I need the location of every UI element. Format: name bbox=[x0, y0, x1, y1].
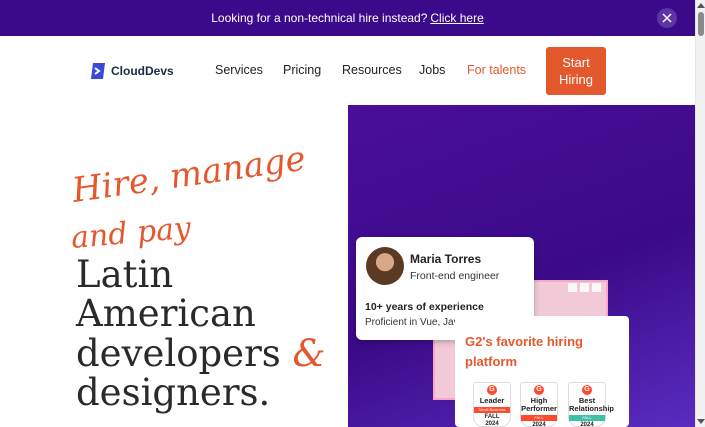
nav-jobs[interactable]: Jobs bbox=[419, 63, 445, 77]
clouddevs-logo-icon bbox=[91, 63, 105, 79]
nav-resources[interactable]: Resources bbox=[342, 63, 402, 77]
avatar bbox=[366, 247, 404, 285]
close-icon[interactable] bbox=[657, 8, 677, 28]
g2-logo-icon: G bbox=[582, 385, 592, 395]
hero-line-3: developers & bbox=[76, 334, 325, 374]
profile-name: Maria Torres bbox=[410, 252, 482, 266]
main-nav: CloudDevs Services Pricing Resources Job… bbox=[0, 36, 695, 106]
hero-line-4: designers. bbox=[76, 371, 271, 414]
scroll-up-icon[interactable] bbox=[697, 3, 705, 8]
photo-control-icon bbox=[568, 283, 577, 292]
badge-year: 2024 bbox=[532, 422, 546, 427]
profile-role: Front-end engineer bbox=[410, 270, 500, 282]
hero-ampersand: & bbox=[292, 332, 326, 375]
g2-logo-icon: G bbox=[534, 385, 544, 395]
badge-title: Best Relationship bbox=[569, 396, 615, 413]
hero-line-1: Latin bbox=[76, 253, 174, 296]
hero-line-3-text: developers bbox=[76, 332, 281, 375]
top-banner: Looking for a non-technical hire instead… bbox=[0, 0, 695, 36]
banner-text: Looking for a non-technical hire instead… bbox=[211, 11, 428, 25]
banner-click-here-link[interactable]: Click here bbox=[430, 11, 483, 25]
start-hiring-button[interactable]: Start Hiring bbox=[546, 47, 606, 95]
badge-title: High Performer bbox=[521, 396, 557, 413]
profile-experience: 10+ years of experience bbox=[365, 301, 484, 313]
photo-control-icon bbox=[592, 283, 601, 292]
photo-control-icon bbox=[580, 283, 589, 292]
photo-controls bbox=[568, 283, 601, 292]
script-line-2: and pay bbox=[72, 211, 193, 256]
g2-badge-high-performer: G High Performer FALL 2024 bbox=[520, 382, 558, 427]
logo-text: CloudDevs bbox=[111, 64, 174, 78]
badge-band: Small Business bbox=[474, 407, 510, 413]
nav-for-talents[interactable]: For talents bbox=[467, 63, 526, 77]
badge-season: FALL bbox=[484, 414, 500, 420]
badge-title: Leader bbox=[479, 396, 505, 405]
badge-year: 2024 bbox=[485, 421, 499, 427]
scrollbar[interactable] bbox=[695, 0, 705, 427]
g2-badge-leader: G Leader Small Business FALL 2024 bbox=[473, 382, 511, 427]
hero-line-2: American bbox=[76, 292, 256, 335]
hero-script-heading: Hire, manage and pay bbox=[72, 140, 308, 256]
g2-badge-best-relationship: G Best Relationship FALL 2024 bbox=[568, 382, 615, 427]
g2-title: G2's favorite hiring platform bbox=[465, 334, 583, 369]
nav-pricing[interactable]: Pricing bbox=[283, 63, 321, 77]
g2-card: G2's favorite hiring platform G Leader S… bbox=[455, 316, 629, 427]
script-line-1: Hire, manage bbox=[72, 140, 308, 211]
logo[interactable]: CloudDevs bbox=[88, 62, 174, 80]
badge-year: 2024 bbox=[580, 422, 594, 427]
badge-band: FALL bbox=[569, 415, 605, 421]
nav-services[interactable]: Services bbox=[215, 63, 263, 77]
g2-logo-icon: G bbox=[487, 385, 497, 395]
scroll-thumb[interactable] bbox=[698, 12, 704, 36]
badge-band: FALL bbox=[521, 415, 557, 421]
scroll-down-icon[interactable] bbox=[697, 419, 705, 424]
